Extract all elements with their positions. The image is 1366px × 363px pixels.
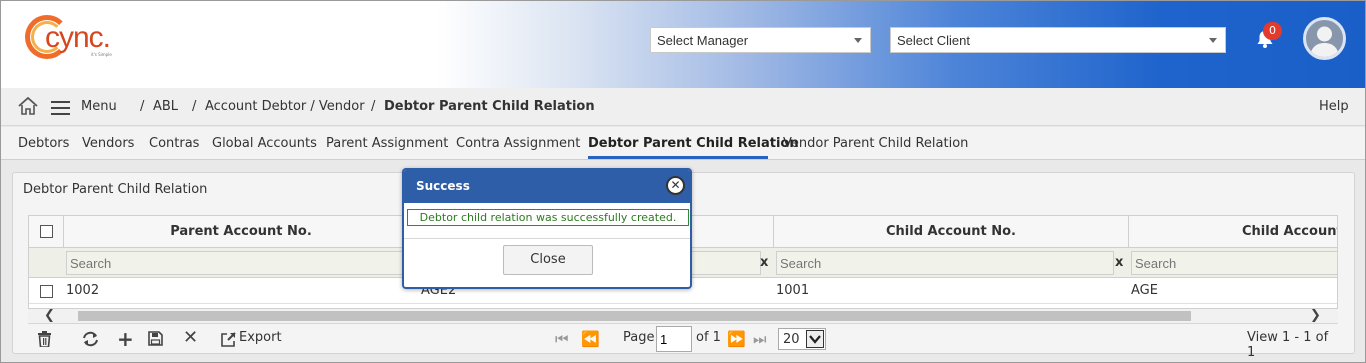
clear-search-icon[interactable]: x	[1115, 255, 1123, 270]
scroll-right-icon[interactable]: ❯	[1310, 309, 1321, 323]
next-page-icon[interactable]: ⏩	[727, 330, 746, 348]
panel-title: Debtor Parent Child Relation	[23, 182, 208, 197]
user-avatar[interactable]	[1303, 17, 1346, 60]
dialog-divider	[404, 238, 690, 239]
home-icon[interactable]	[18, 97, 38, 115]
breadcrumb-account-debtor-vendor[interactable]: Account Debtor / Vendor	[205, 99, 365, 114]
dialog-title: Success	[416, 179, 470, 193]
parent-account-no-cell: 1002	[66, 283, 100, 298]
child-account-no-header[interactable]: Child Account No.	[774, 216, 1129, 248]
close-button[interactable]: Close	[503, 245, 593, 275]
client-select-value: Select Client	[897, 33, 970, 48]
tab-debtors[interactable]: Debtors	[18, 136, 69, 151]
active-tab-indicator	[588, 156, 768, 159]
page-count: of 1	[696, 330, 721, 345]
tab-debtor-parent-child-relation[interactable]: Debtor Parent Child Relation	[588, 136, 799, 151]
client-select[interactable]: Select Client	[890, 27, 1226, 53]
tab-parent-assignment[interactable]: Parent Assignment	[326, 136, 448, 151]
notification-badge: 0	[1263, 22, 1282, 40]
child-account-no-cell: 1001	[776, 283, 810, 298]
first-page-icon[interactable]: ⏮	[555, 330, 569, 348]
export-button[interactable]: Export	[239, 330, 282, 345]
manager-select[interactable]: Select Manager	[650, 27, 871, 53]
manager-select-value: Select Manager	[657, 33, 749, 48]
dialog-header: Success ✕	[404, 170, 690, 203]
cancel-icon[interactable]: ✕	[183, 327, 198, 348]
breadcrumb-separator: /	[192, 99, 197, 114]
select-all-header	[29, 216, 64, 248]
cync-logo[interactable]: cync. it's Simple	[25, 13, 125, 67]
row-checkbox[interactable]	[40, 285, 53, 298]
breadcrumb-bar: Menu / ABL / Account Debtor / Vendor / D…	[1, 88, 1365, 126]
tab-global-accounts[interactable]: Global Accounts	[212, 136, 317, 151]
grid-pager: + ✕ Export ⏮ ⏪ Page of 1 ⏩ ⏭ 20	[28, 323, 1338, 360]
add-icon[interactable]: +	[117, 327, 134, 351]
tab-vendors[interactable]: Vendors	[82, 136, 134, 151]
scroll-left-icon[interactable]: ❮	[44, 309, 55, 323]
prev-page-icon[interactable]: ⏪	[581, 330, 600, 348]
breadcrumb-current: Debtor Parent Child Relation	[384, 99, 595, 114]
page-number-input[interactable]	[656, 326, 692, 352]
child-account-name-cell: AGE	[1131, 283, 1158, 298]
tab-contra-assignment[interactable]: Contra Assignment	[456, 136, 580, 151]
horizontal-scrollbar[interactable]: ❮ ❯	[28, 309, 1338, 323]
child-account-no-search[interactable]	[776, 251, 1114, 275]
breadcrumb-abl[interactable]: ABL	[153, 99, 178, 114]
last-page-icon[interactable]: ⏭	[753, 330, 767, 348]
view-record-count: View 1 - 1 of 1	[1247, 330, 1329, 360]
breadcrumb-separator: /	[140, 99, 145, 114]
scrollbar-thumb[interactable]	[78, 311, 1191, 321]
chevron-down-icon	[1209, 38, 1217, 43]
refresh-icon[interactable]	[82, 331, 99, 347]
user-icon	[1310, 26, 1339, 57]
logo-text: cync.	[45, 21, 111, 54]
breadcrumb-separator: /	[371, 99, 376, 114]
trash-icon[interactable]	[37, 331, 52, 347]
page-label: Page	[623, 330, 655, 345]
child-account-name-search[interactable]	[1131, 251, 1337, 275]
chevron-down-icon	[854, 38, 862, 43]
menu-link[interactable]: Menu	[81, 99, 117, 114]
top-header: cync. it's Simple Select Manager Select …	[1, 1, 1365, 88]
select-all-checkbox[interactable]	[40, 225, 53, 238]
parent-account-no-search[interactable]	[66, 251, 406, 275]
tab-contras[interactable]: Contras	[149, 136, 199, 151]
child-account-name-header[interactable]: Child Account N	[1129, 216, 1337, 248]
success-message: Debtor child relation was successfully c…	[407, 209, 689, 226]
close-icon[interactable]: ✕	[666, 176, 685, 195]
page-size-select[interactable]: 20	[778, 328, 826, 350]
save-icon[interactable]	[148, 331, 163, 346]
logo-tagline: it's Simple	[91, 52, 112, 57]
clear-search-icon[interactable]: x	[760, 255, 768, 270]
help-link[interactable]: Help	[1319, 99, 1349, 114]
success-dialog: Success ✕ Debtor child relation was succ…	[402, 168, 692, 289]
export-icon[interactable]	[221, 332, 236, 347]
hamburger-icon[interactable]	[51, 100, 70, 115]
chevron-down-icon	[809, 335, 821, 344]
page-size-value: 20	[783, 332, 800, 347]
parent-account-no-header[interactable]: Parent Account No.	[64, 216, 419, 248]
app-window: cync. it's Simple Select Manager Select …	[0, 0, 1366, 363]
tab-vendor-parent-child-relation[interactable]: Vendor Parent Child Relation	[783, 136, 968, 151]
page-size-dropdown[interactable]	[806, 330, 824, 348]
